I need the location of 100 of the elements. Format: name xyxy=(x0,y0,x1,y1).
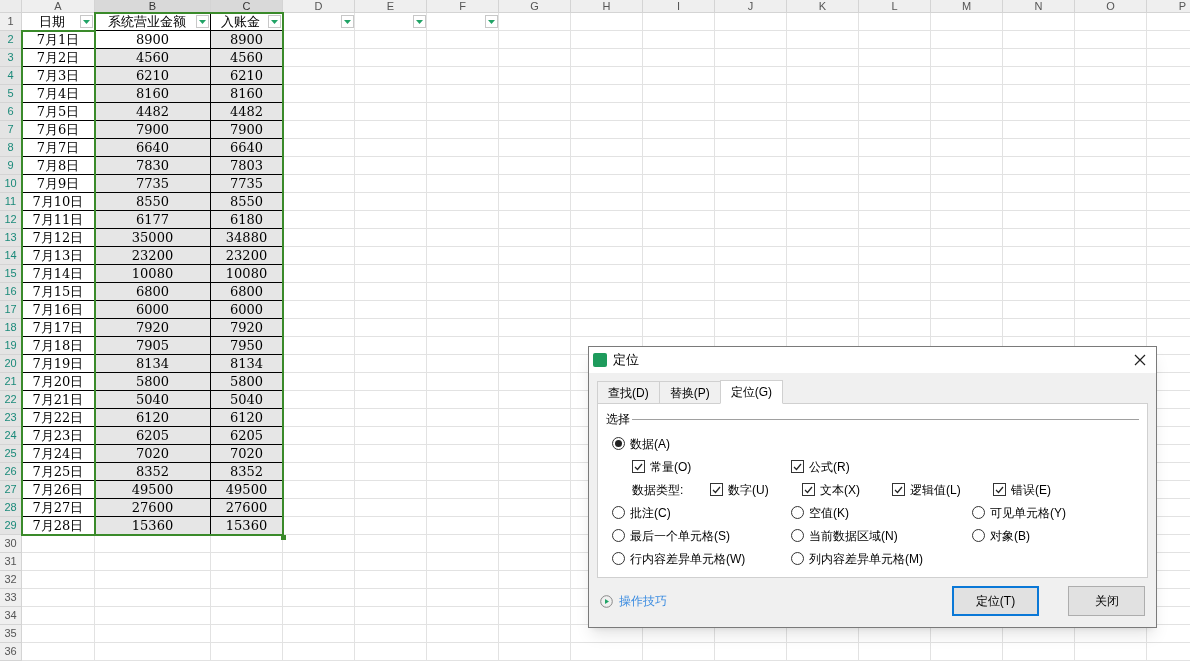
row-number[interactable]: 26 xyxy=(0,463,22,481)
row-number[interactable]: 6 xyxy=(0,103,22,121)
row-number[interactable]: 15 xyxy=(0,265,22,283)
checkbox[interactable] xyxy=(632,460,645,473)
row-number[interactable]: 35 xyxy=(0,625,22,643)
row-number[interactable]: 28 xyxy=(0,499,22,517)
row-number[interactable]: 12 xyxy=(0,211,22,229)
radio-button[interactable] xyxy=(972,529,985,542)
row-number[interactable]: 10 xyxy=(0,175,22,193)
table-cell: 6000 xyxy=(211,301,283,319)
table-cell: 7月26日 xyxy=(22,481,95,499)
column-header[interactable]: M xyxy=(931,0,1003,13)
row-number[interactable]: 11 xyxy=(0,193,22,211)
row-number[interactable]: 31 xyxy=(0,553,22,571)
checkbox[interactable] xyxy=(993,483,1006,496)
row-number[interactable]: 8 xyxy=(0,139,22,157)
row-number[interactable]: 34 xyxy=(0,607,22,625)
filter-dropdown-icon[interactable] xyxy=(80,15,93,28)
dialog-button[interactable]: 关闭 xyxy=(1068,586,1145,616)
filter-dropdown-icon[interactable] xyxy=(196,15,209,28)
checkbox[interactable] xyxy=(892,483,905,496)
column-header[interactable]: L xyxy=(859,0,931,13)
filter-dropdown-icon[interactable] xyxy=(341,15,354,28)
table-cell: 15360 xyxy=(95,517,211,535)
row-number[interactable]: 5 xyxy=(0,85,22,103)
row-number[interactable]: 17 xyxy=(0,301,22,319)
column-header[interactable]: J xyxy=(715,0,787,13)
row-number[interactable]: 3 xyxy=(0,49,22,67)
radio-button[interactable] xyxy=(612,437,625,450)
row-number[interactable]: 18 xyxy=(0,319,22,337)
checkbox[interactable] xyxy=(791,460,804,473)
table-cell: 7905 xyxy=(95,337,211,355)
row-number[interactable]: 16 xyxy=(0,283,22,301)
row-number[interactable]: 27 xyxy=(0,481,22,499)
option-label: 数据类型: xyxy=(632,481,684,499)
row-number[interactable]: 20 xyxy=(0,355,22,373)
tab[interactable]: 定位(G) xyxy=(719,380,783,404)
table-cell: 34880 xyxy=(211,229,283,247)
radio-button[interactable] xyxy=(791,506,804,519)
column-header[interactable]: P xyxy=(1147,0,1190,13)
row-number[interactable]: 23 xyxy=(0,409,22,427)
table-cell: 27600 xyxy=(95,499,211,517)
play-icon[interactable] xyxy=(600,594,613,608)
window-title: 定位 xyxy=(613,351,639,370)
radio-button[interactable] xyxy=(791,529,804,542)
dialog-button[interactable]: 定位(T) xyxy=(952,586,1039,616)
option-label: 错误(E) xyxy=(1011,481,1051,499)
table-cell: 49500 xyxy=(211,481,283,499)
table-cell: 8160 xyxy=(95,85,211,103)
filter-dropdown-icon[interactable] xyxy=(413,15,426,28)
row-number[interactable]: 2 xyxy=(0,31,22,49)
checkbox[interactable] xyxy=(710,483,723,496)
column-header[interactable]: I xyxy=(643,0,715,13)
column-header[interactable]: F xyxy=(427,0,499,13)
tips-link[interactable]: 操作技巧 xyxy=(619,592,667,610)
row-number[interactable]: 24 xyxy=(0,427,22,445)
row-number[interactable]: 33 xyxy=(0,589,22,607)
option-label: 空值(K) xyxy=(809,504,849,522)
tab[interactable]: 查找(D) xyxy=(597,381,660,404)
row-number[interactable]: 7 xyxy=(0,121,22,139)
row-number[interactable]: 14 xyxy=(0,247,22,265)
table-cell: 7月25日 xyxy=(22,463,95,481)
row-number[interactable]: 19 xyxy=(0,337,22,355)
table-cell: 7月21日 xyxy=(22,391,95,409)
table-cell: 7月17日 xyxy=(22,319,95,337)
row-number[interactable]: 9 xyxy=(0,157,22,175)
row-number[interactable]: 32 xyxy=(0,571,22,589)
column-header[interactable]: A xyxy=(22,0,95,13)
radio-button[interactable] xyxy=(612,529,625,542)
table-cell: 7月24日 xyxy=(22,445,95,463)
radio-button[interactable] xyxy=(972,506,985,519)
close-icon[interactable] xyxy=(1134,354,1146,366)
column-header[interactable]: K xyxy=(787,0,859,13)
group-label: 选择 xyxy=(606,411,630,428)
filter-dropdown-icon[interactable] xyxy=(485,15,498,28)
row-number[interactable]: 30 xyxy=(0,535,22,553)
table-cell: 7735 xyxy=(211,175,283,193)
row-number[interactable]: 36 xyxy=(0,643,22,661)
row-number[interactable]: 22 xyxy=(0,391,22,409)
column-header[interactable]: O xyxy=(1075,0,1147,13)
radio-button[interactable] xyxy=(612,552,625,565)
table-cell: 6120 xyxy=(211,409,283,427)
row-number[interactable]: 4 xyxy=(0,67,22,85)
row-number[interactable]: 21 xyxy=(0,373,22,391)
table-cell: 7920 xyxy=(95,319,211,337)
row-number[interactable]: 25 xyxy=(0,445,22,463)
radio-button[interactable] xyxy=(791,552,804,565)
column-header[interactable]: G xyxy=(499,0,571,13)
row-number[interactable]: 29 xyxy=(0,517,22,535)
fill-handle[interactable] xyxy=(281,535,286,540)
column-header[interactable]: N xyxy=(1003,0,1075,13)
filter-dropdown-icon[interactable] xyxy=(268,15,281,28)
row-number[interactable]: 13 xyxy=(0,229,22,247)
row-number[interactable]: 1 xyxy=(0,13,22,31)
radio-button[interactable] xyxy=(612,506,625,519)
column-header[interactable]: E xyxy=(355,0,427,13)
column-header[interactable]: D xyxy=(283,0,355,13)
checkbox[interactable] xyxy=(802,483,815,496)
table-cell: 35000 xyxy=(95,229,211,247)
column-header[interactable]: H xyxy=(571,0,643,13)
